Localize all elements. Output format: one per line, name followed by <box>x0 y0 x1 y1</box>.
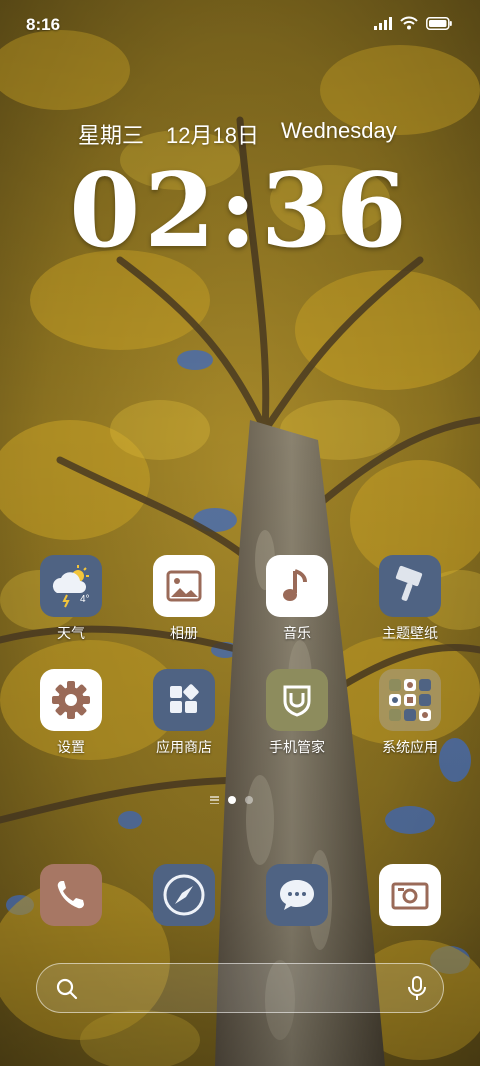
app-gallery[interactable]: 相册 <box>129 555 239 643</box>
search-bar[interactable] <box>36 963 444 1013</box>
app-label: 天气 <box>57 625 85 641</box>
page-dot <box>245 796 253 804</box>
search-icon <box>55 977 79 1006</box>
dock-camera[interactable] <box>355 864 465 926</box>
clock-widget[interactable]: 02:36 <box>0 160 480 262</box>
weather-icon: 4° <box>40 555 102 617</box>
search-input[interactable] <box>87 974 391 1004</box>
signal-icon <box>374 16 392 35</box>
date-label: 12月18日 <box>166 123 259 148</box>
feed-page-icon <box>210 796 219 804</box>
phone-icon <box>40 864 102 926</box>
weather-temp: 4° <box>80 594 90 605</box>
date-line: 星期三 12月18日 Wednesday <box>78 118 418 150</box>
page-dot-active <box>228 796 236 804</box>
app-folder-system[interactable]: 系统应用 <box>355 669 465 757</box>
app-phone-manager[interactable]: 手机管家 <box>242 669 352 757</box>
app-label: 相册 <box>170 625 198 641</box>
status-bar: 8:16 <box>0 0 480 50</box>
status-icons <box>374 16 452 35</box>
app-label: 主题壁纸 <box>382 625 438 641</box>
app-music[interactable]: 音乐 <box>242 555 352 643</box>
wifi-icon <box>400 16 418 35</box>
folder-icon <box>379 669 441 731</box>
battery-icon <box>426 16 452 35</box>
app-label: 系统应用 <box>382 739 438 755</box>
theme-icon <box>379 555 441 617</box>
app-weather[interactable]: 4° 天气 <box>16 555 126 643</box>
app-label: 音乐 <box>283 625 311 641</box>
music-icon <box>266 555 328 617</box>
app-label: 设置 <box>57 739 85 755</box>
camera-icon <box>379 864 441 926</box>
security-shield-icon <box>266 669 328 731</box>
gear-icon <box>40 669 102 731</box>
weekday-label: 星期三 <box>78 123 145 148</box>
app-themes[interactable]: 主题壁纸 <box>355 555 465 643</box>
app-store[interactable]: 应用商店 <box>129 669 239 757</box>
app-settings[interactable]: 设置 <box>16 669 126 757</box>
dock-browser[interactable] <box>129 864 239 926</box>
dock-messages[interactable] <box>242 864 352 926</box>
app-label: 应用商店 <box>156 739 212 755</box>
compass-browser-icon <box>153 864 215 926</box>
message-icon <box>266 864 328 926</box>
status-time: 8:16 <box>26 15 61 34</box>
gallery-icon <box>153 555 215 617</box>
page-indicator[interactable] <box>210 796 253 804</box>
weekday-en-label: Wednesday <box>280 118 397 143</box>
app-label: 手机管家 <box>269 739 325 755</box>
dock-phone[interactable] <box>16 864 126 926</box>
app-store-icon <box>153 669 215 731</box>
microphone-icon[interactable] <box>407 976 427 1007</box>
